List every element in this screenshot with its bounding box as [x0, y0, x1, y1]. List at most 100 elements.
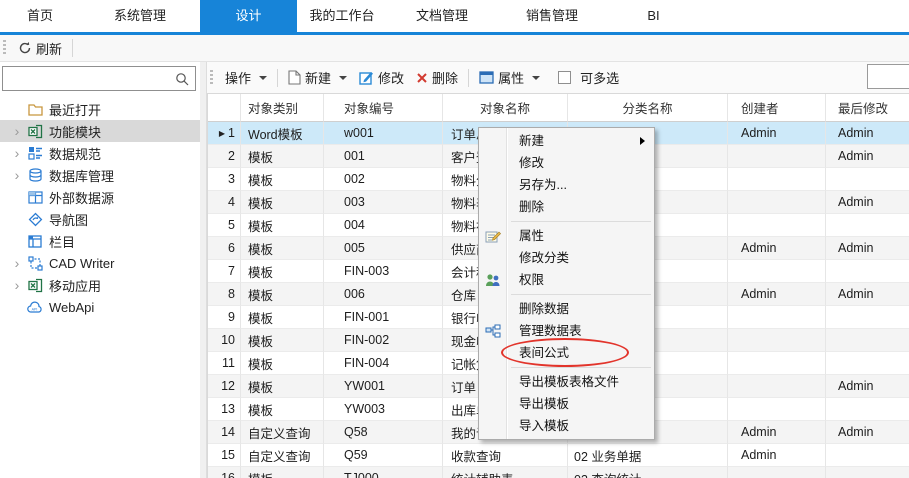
table-cell: Admin [728, 444, 826, 467]
sidebar-item[interactable]: › 数据规范 [0, 142, 200, 164]
table-cell [728, 191, 826, 214]
menu-item[interactable]: 权限 [479, 269, 654, 291]
sidebar-item-label: 最近打开 [49, 102, 102, 118]
sidebar-item[interactable]: 栏目 [0, 230, 200, 252]
tab-4[interactable]: 我的工作台 [297, 0, 387, 32]
menu-item[interactable]: 导出模板表格文件 [479, 371, 654, 393]
table-cell: 模板 [241, 283, 324, 306]
sidebar-item[interactable]: 最近打开 [0, 98, 200, 120]
table-row[interactable]: 15 自定义查询 Q59 收款查询 02 业务单据 Admin [208, 444, 909, 467]
cad-writer-icon [26, 255, 44, 271]
grid-filter-input[interactable] [868, 65, 909, 88]
chevron-right-icon[interactable]: › [8, 253, 26, 273]
sidebar-item[interactable]: › 数据库管理 [0, 164, 200, 186]
menu-item[interactable]: 另存为... [479, 174, 654, 196]
delete-label: 删除 [432, 71, 459, 86]
properties-form-icon [484, 228, 501, 244]
sidebar-item[interactable]: 导航图 [0, 208, 200, 230]
table-cell: 02 业务单据 [568, 444, 728, 467]
chevron-right-icon[interactable]: › [8, 143, 26, 163]
excel-module-icon [26, 123, 44, 139]
menu-item[interactable]: 新建 [479, 130, 654, 152]
menu-item[interactable]: 表间公式 [479, 342, 654, 364]
sidebar-item[interactable]: API WebApi [0, 296, 200, 318]
properties-button[interactable]: 属性 [473, 65, 546, 90]
refresh-button[interactable]: 刷新 [12, 36, 68, 61]
menu-item[interactable]: 导入模板 [479, 415, 654, 437]
table-cell: 15 [208, 444, 241, 467]
grid-filter-box [867, 64, 909, 89]
column-header[interactable]: 分类名称 [568, 94, 728, 122]
table-cell: 12 [208, 375, 241, 398]
sidebar-item-label: 数据库管理 [49, 168, 115, 184]
column-header[interactable]: 最后修改 [826, 94, 909, 122]
sidebar-splitter[interactable] [200, 62, 207, 478]
submenu-arrow-icon [640, 137, 645, 145]
checkbox-icon[interactable] [558, 71, 572, 84]
sidebar-item[interactable]: 外部数据源 [0, 186, 200, 208]
sidebar-item-label: 移动应用 [49, 278, 102, 294]
operate-button[interactable]: 操作 [219, 65, 273, 90]
tab-5[interactable]: 文档管理 [387, 0, 497, 32]
delete-button[interactable]: 删除 [410, 65, 464, 90]
tab-6[interactable]: 销售管理 [497, 0, 607, 32]
chevron-right-icon[interactable]: › [8, 275, 26, 295]
column-header[interactable]: 创建者 [728, 94, 826, 122]
tab-1[interactable]: 首页 [0, 0, 80, 32]
sidebar-item[interactable]: › CAD Writer [0, 252, 200, 274]
sidebar-search-input[interactable] [3, 67, 175, 90]
table-cell: 14 [208, 421, 241, 444]
main-toolbar: 操作 新建 修改 删除 属性 可多选 [207, 62, 909, 93]
new-document-icon [288, 70, 301, 85]
new-button[interactable]: 新建 [282, 65, 353, 90]
folder-icon [26, 101, 44, 117]
webapi-cloud-icon: API [26, 299, 44, 315]
modify-button[interactable]: 修改 [353, 65, 410, 90]
tab-7[interactable]: BI [607, 0, 700, 32]
menu-item[interactable]: 修改分类 [479, 247, 654, 269]
table-cell: 模板 [241, 352, 324, 375]
table-cell: Q59 [324, 444, 443, 467]
sidebar-item[interactable]: › 功能模块 [0, 120, 200, 142]
table-row[interactable]: 16模板TJ000统计辅助表03 查询统计 [208, 467, 909, 478]
chevron-right-icon[interactable]: › [8, 121, 26, 141]
manage-tables-icon [484, 323, 501, 339]
delete-x-icon [416, 72, 428, 84]
sidebar-item-label: 数据规范 [49, 146, 102, 162]
table-cell: w001 [324, 122, 443, 145]
menu-item[interactable]: 导出模板 [479, 393, 654, 415]
sidebar-item-label: 栏目 [49, 234, 76, 250]
table-cell: 001 [324, 145, 443, 168]
column-header[interactable]: 对象编号 [324, 94, 443, 122]
table-cell [826, 306, 909, 329]
chevron-down-icon [259, 75, 268, 80]
table-cell: 004 [324, 214, 443, 237]
external-data-icon [26, 189, 44, 205]
table-cell [826, 329, 909, 352]
table-cell: 4 [208, 191, 241, 214]
column-header[interactable]: 对象类别 [241, 94, 324, 122]
table-cell: Admin [826, 122, 909, 145]
table-cell: 9 [208, 306, 241, 329]
column-header[interactable]: 对象名称 [443, 94, 568, 122]
menu-separator [479, 291, 654, 298]
chevron-right-icon[interactable]: › [8, 165, 26, 185]
table-cell [728, 260, 826, 283]
tab-3[interactable]: 设计 [200, 0, 297, 32]
table-cell: FIN-001 [324, 306, 443, 329]
tab-2[interactable]: 系统管理 [80, 0, 200, 32]
table-cell: TJ000 [324, 467, 443, 478]
table-cell: YW003 [324, 398, 443, 421]
menu-item[interactable]: 删除数据 [479, 298, 654, 320]
sidebar-item[interactable]: › 移动应用 [0, 274, 200, 296]
table-cell [728, 214, 826, 237]
top-tab-bar: 首页 系统管理 设计 我的工作台 文档管理 销售管理 BI [0, 0, 909, 35]
table-cell: 收款查询 [443, 444, 568, 467]
multiselect-toggle[interactable]: 可多选 [552, 65, 625, 90]
menu-item[interactable]: 删除 [479, 196, 654, 218]
menu-item[interactable]: 属性 [479, 225, 654, 247]
table-cell: 模板 [241, 375, 324, 398]
table-cell [826, 467, 909, 478]
menu-item[interactable]: 管理数据表 [479, 320, 654, 342]
menu-item[interactable]: 修改 [479, 152, 654, 174]
